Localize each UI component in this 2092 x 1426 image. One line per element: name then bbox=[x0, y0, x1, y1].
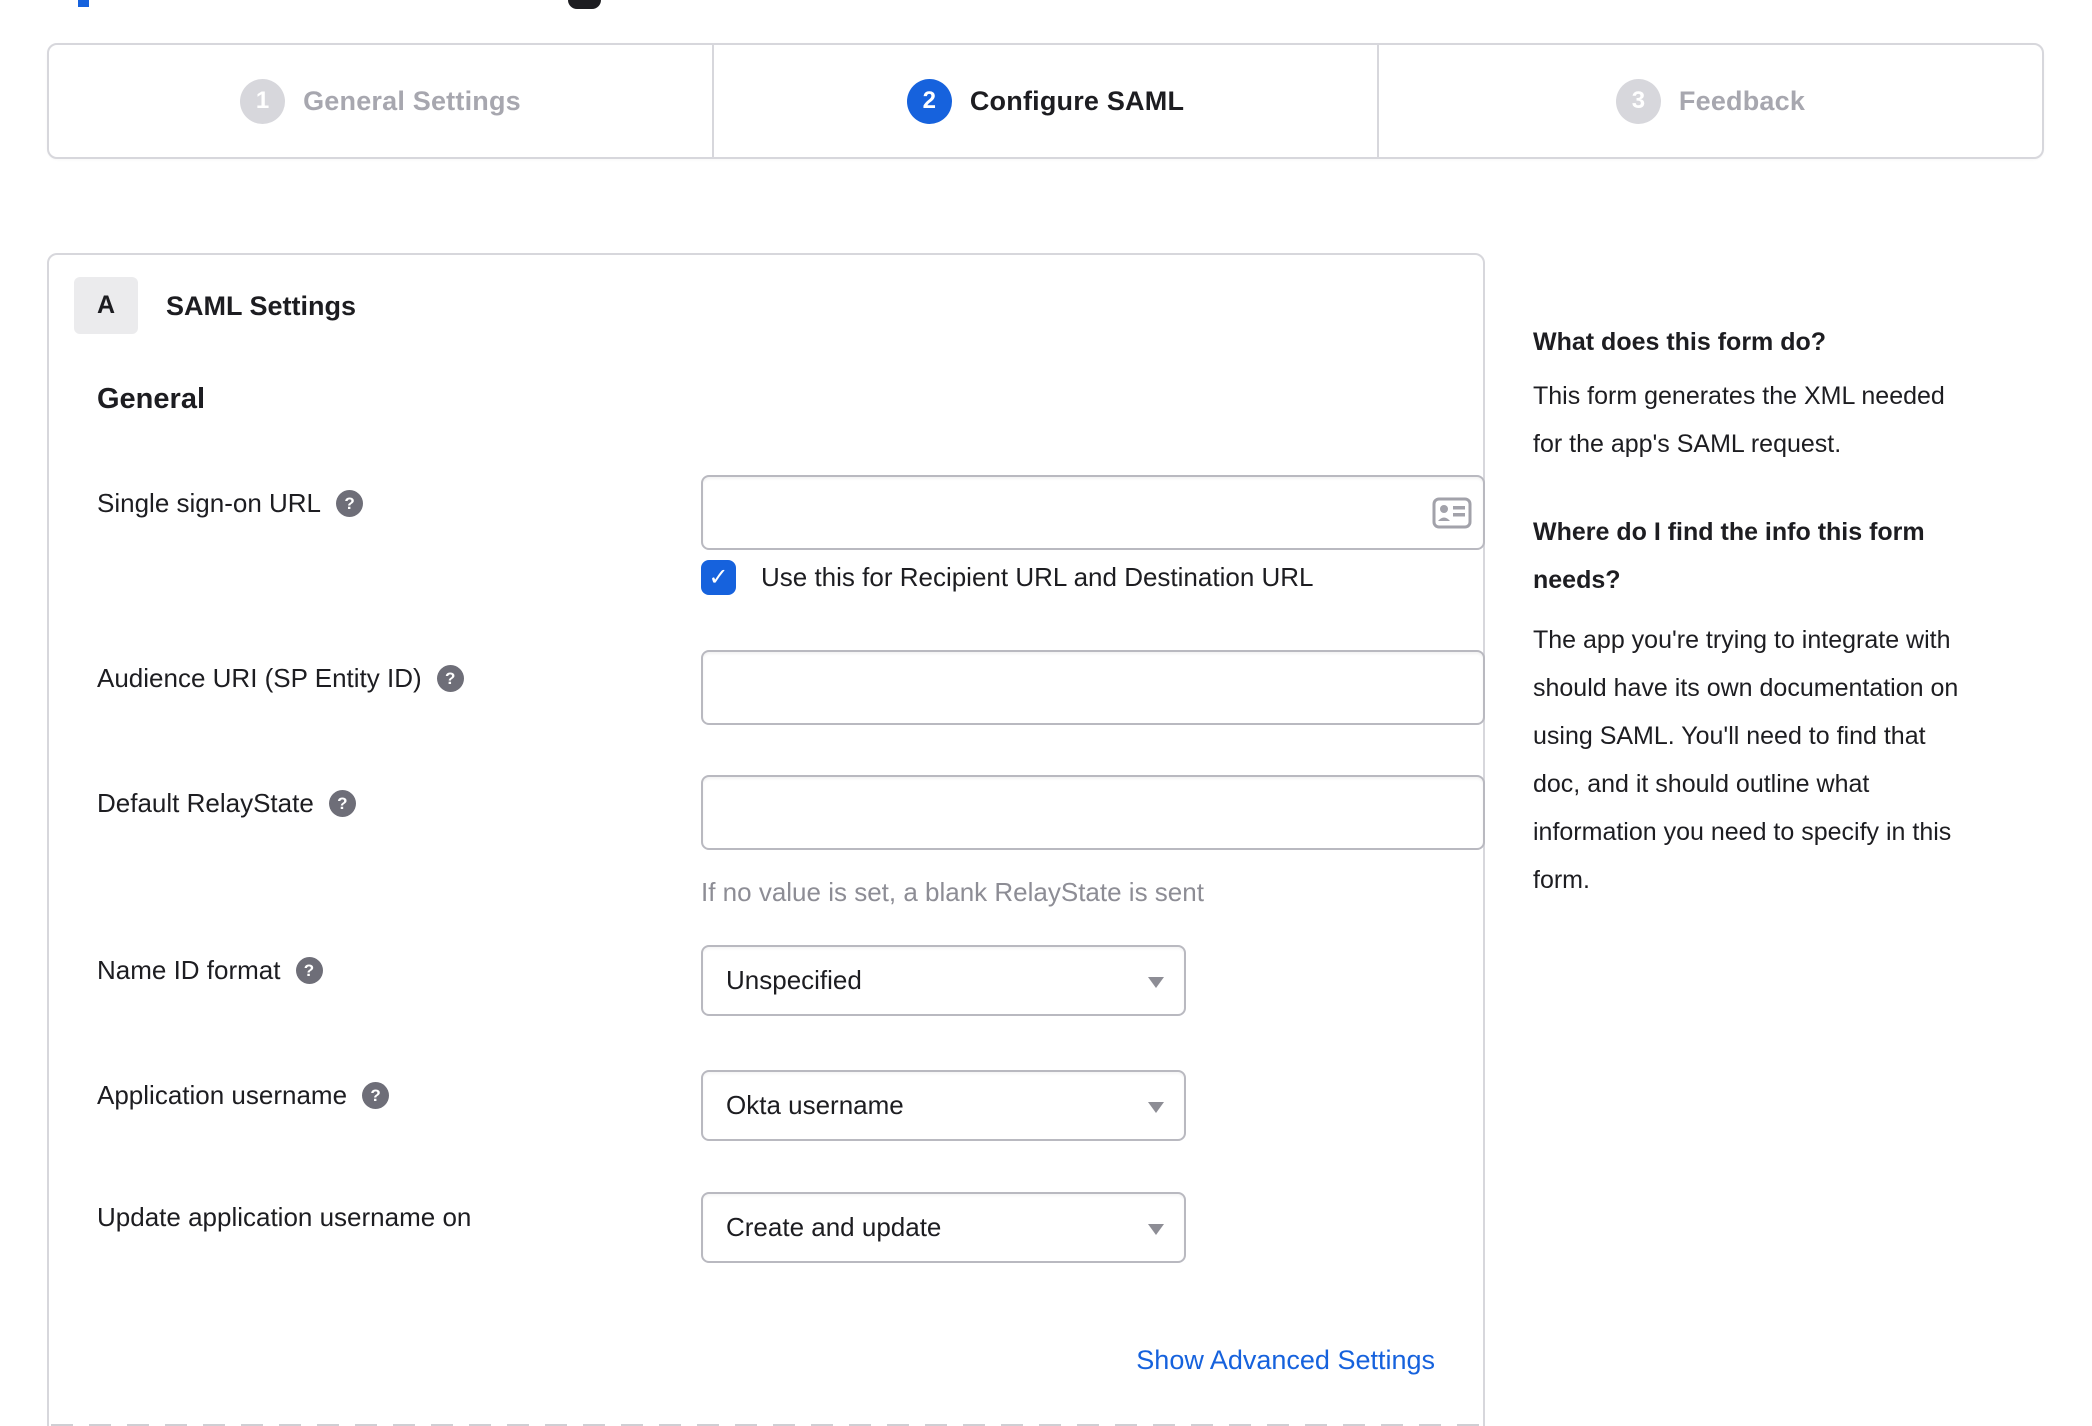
nameid-format-label: Name ID format ? bbox=[97, 945, 323, 986]
help-q2-line: The app you're trying to integrate with bbox=[1533, 626, 1951, 654]
relaystate-help-icon[interactable]: ? bbox=[328, 790, 356, 817]
show-advanced-settings-link[interactable]: Show Advanced Settings bbox=[1136, 1345, 1435, 1376]
nameid-format-select[interactable]: Unspecified bbox=[701, 945, 1186, 1016]
help-q2-line: form. bbox=[1533, 866, 1590, 894]
step-1-badge: 1 bbox=[240, 78, 286, 124]
relaystate-row: Default RelayState ? If no value is set,… bbox=[97, 775, 1485, 908]
section-a-badge: A bbox=[74, 277, 138, 334]
sso-url-help-icon[interactable]: ? bbox=[336, 490, 364, 517]
help-q1-title: What does this form do? bbox=[1533, 322, 1826, 362]
step-1-label: General Settings bbox=[303, 85, 521, 116]
saml-settings-card: A SAML Settings General Single sign-on U… bbox=[47, 253, 1485, 1426]
help-q2-line: information you need to specify in this bbox=[1533, 818, 1952, 846]
sso-url-input[interactable] bbox=[701, 475, 1485, 550]
cropped-dark-icon-fragment bbox=[568, 0, 601, 9]
update-username-label: Update application username on bbox=[97, 1192, 471, 1233]
app-username-value: Okta username bbox=[726, 1090, 904, 1120]
help-q1-line: This form generates the XML needed bbox=[1533, 382, 1945, 410]
sso-url-label-text: Single sign-on URL bbox=[97, 488, 322, 518]
help-q2-line: should have its own documentation on bbox=[1533, 674, 1959, 702]
update-username-select[interactable]: Create and update bbox=[701, 1192, 1186, 1263]
update-username-value: Create and update bbox=[726, 1212, 942, 1242]
recipient-destination-checkbox[interactable]: ✓ bbox=[701, 560, 736, 595]
audience-uri-row: Audience URI (SP Entity ID) ? bbox=[97, 650, 1485, 725]
app-username-label-text: Application username bbox=[97, 1080, 348, 1110]
autofill-contact-icon[interactable] bbox=[1432, 497, 1472, 529]
help-q2-line: using SAML. You'll need to find that bbox=[1533, 722, 1926, 750]
help-q2-title-line: needs? bbox=[1533, 566, 1621, 594]
nameid-format-label-text: Name ID format bbox=[97, 955, 281, 985]
audience-uri-help-icon[interactable]: ? bbox=[436, 665, 464, 692]
audience-uri-label-text: Audience URI (SP Entity ID) bbox=[97, 663, 422, 693]
relaystate-label-text: Default RelayState bbox=[97, 788, 314, 818]
relaystate-label: Default RelayState ? bbox=[97, 775, 356, 819]
recipient-destination-check-row: ✓ Use this for Recipient URL and Destina… bbox=[701, 560, 1314, 595]
sso-url-row: Single sign-on URL ? bbox=[97, 475, 1485, 550]
step-general-settings[interactable]: 1 General Settings bbox=[49, 45, 712, 157]
step-2-label: Configure SAML bbox=[969, 85, 1185, 116]
chevron-down-icon bbox=[1148, 1102, 1164, 1113]
help-q2-title: Where do I find the info this form needs… bbox=[1533, 508, 1925, 604]
audience-uri-input-wrap bbox=[701, 650, 1485, 725]
wizard-stepper: 1 General Settings 2 Configure SAML 3 Fe… bbox=[47, 43, 2044, 159]
general-section-heading: General bbox=[97, 383, 205, 415]
update-username-label-text: Update application username on bbox=[97, 1202, 472, 1232]
update-username-row: Update application username on Create an… bbox=[97, 1192, 1435, 1263]
help-q2-body: The app you're trying to integrate with … bbox=[1533, 616, 1958, 904]
chevron-down-icon bbox=[1148, 977, 1164, 988]
step-2-badge: 2 bbox=[906, 78, 952, 124]
relaystate-input-wrap: If no value is set, a blank RelayState i… bbox=[701, 775, 1485, 908]
recipient-destination-checkbox-label: Use this for Recipient URL and Destinati… bbox=[761, 562, 1314, 592]
chevron-down-icon bbox=[1148, 1224, 1164, 1235]
step-feedback[interactable]: 3 Feedback bbox=[1377, 45, 2042, 157]
nameid-format-row: Name ID format ? Unspecified bbox=[97, 945, 1435, 1016]
nameid-format-help-icon[interactable]: ? bbox=[295, 957, 323, 984]
audience-uri-label: Audience URI (SP Entity ID) ? bbox=[97, 650, 464, 694]
sso-url-input-wrap bbox=[701, 475, 1485, 550]
card-title: SAML Settings bbox=[166, 291, 357, 321]
help-q1-title-text: What does this form do? bbox=[1533, 328, 1827, 356]
app-username-help-icon[interactable]: ? bbox=[362, 1082, 390, 1109]
help-q1-body: This form generates the XML needed for t… bbox=[1533, 372, 1945, 468]
nameid-format-value: Unspecified bbox=[726, 965, 862, 995]
sso-url-label: Single sign-on URL ? bbox=[97, 475, 364, 519]
app-username-label: Application username ? bbox=[97, 1070, 390, 1111]
help-q1-line: for the app's SAML request. bbox=[1533, 430, 1842, 458]
help-q2-title-line: Where do I find the info this form bbox=[1533, 518, 1925, 546]
relaystate-input[interactable] bbox=[701, 775, 1485, 850]
help-q2-line: doc, and it should outline what bbox=[1533, 770, 1870, 798]
configure-saml-page: 1 General Settings 2 Configure SAML 3 Fe… bbox=[0, 0, 2092, 1426]
step-3-badge: 3 bbox=[1615, 78, 1661, 124]
app-username-row: Application username ? Okta username bbox=[97, 1070, 1435, 1141]
relaystate-helper-text: If no value is set, a blank RelayState i… bbox=[701, 877, 1204, 907]
step-configure-saml[interactable]: 2 Configure SAML bbox=[712, 45, 1377, 157]
audience-uri-input[interactable] bbox=[701, 650, 1485, 725]
app-username-select[interactable]: Okta username bbox=[701, 1070, 1186, 1141]
cropped-blue-tab-fragment bbox=[78, 0, 89, 7]
step-3-label: Feedback bbox=[1678, 85, 1806, 116]
